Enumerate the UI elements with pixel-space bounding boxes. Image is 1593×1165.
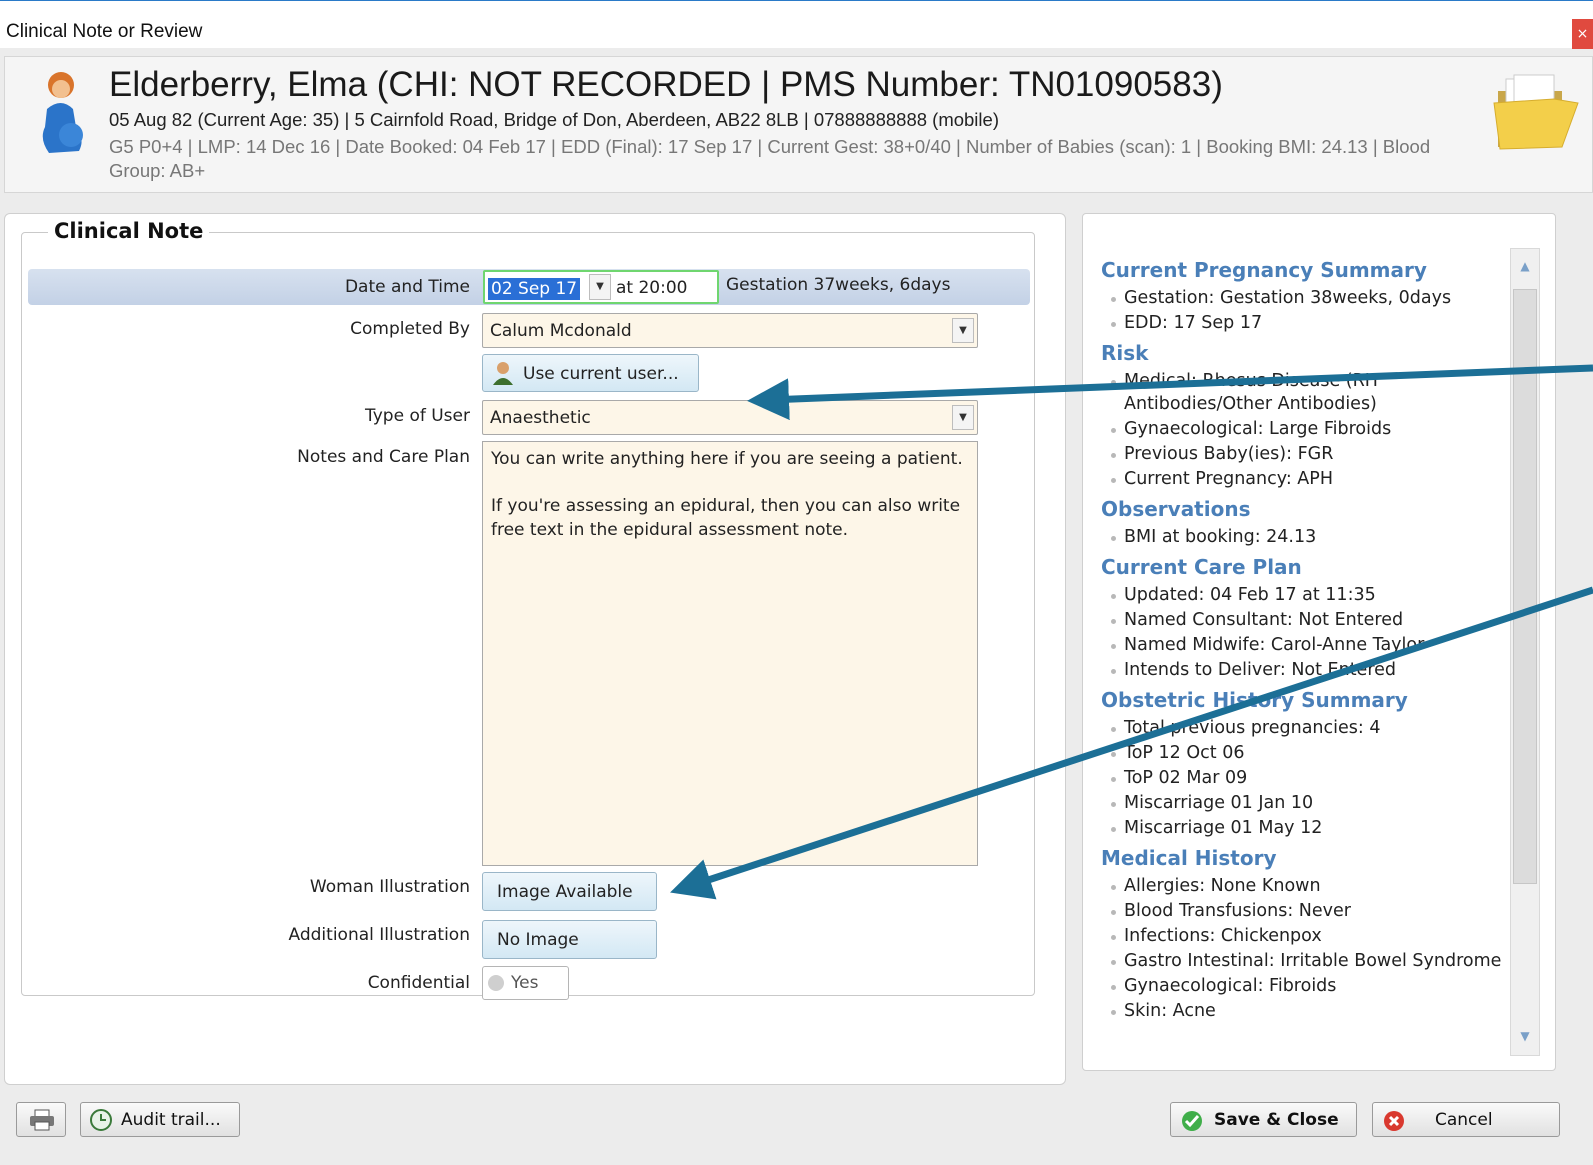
summary-section-heading: Risk: [1101, 341, 1149, 365]
summary-item: Current Pregnancy: APH: [1101, 468, 1511, 491]
patient-demographics: 05 Aug 82 (Current Age: 35) | 5 Cairnfol…: [109, 109, 999, 130]
summary-item: Skin: Acne: [1101, 1000, 1511, 1023]
save-close-label: Save & Close: [1214, 1110, 1339, 1130]
scroll-up-icon[interactable]: ▲: [1517, 259, 1533, 275]
confidential-toggle[interactable]: Yes: [482, 966, 569, 1000]
summary-item: Previous Baby(ies): FGR: [1101, 443, 1511, 466]
summary-item: Miscarriage 01 May 12: [1101, 817, 1511, 840]
save-close-button[interactable]: Save & Close: [1170, 1102, 1357, 1137]
notes-textarea[interactable]: You can write anything here if you are s…: [482, 441, 978, 866]
summary-section-heading: Observations: [1101, 497, 1251, 521]
summary-item: Intends to Deliver: Not Entered: [1101, 659, 1511, 682]
date-dropdown-icon[interactable]: ▼: [589, 274, 611, 300]
woman-illustration-button-label: Image Available: [497, 882, 633, 902]
summary-item: Gynaecological: Fibroids: [1101, 975, 1511, 998]
type-of-user-label: Type of User: [365, 406, 470, 426]
clinical-note-panel: Clinical Note Date and Time 02 Sep 17 ▼ …: [4, 213, 1066, 1085]
chevron-down-icon[interactable]: ▼: [952, 405, 974, 430]
window-title: Clinical Note or Review: [6, 21, 203, 42]
use-current-user-button[interactable]: Use current user...: [482, 354, 699, 392]
pregnancy-summary-line: G5 P0+4 | LMP: 14 Dec 16 | Date Booked: …: [109, 136, 1431, 181]
audit-trail-button[interactable]: Audit trail...: [80, 1102, 240, 1137]
printer-icon: [30, 1109, 54, 1131]
date-value[interactable]: 02 Sep 17: [488, 278, 581, 300]
date-time-label: Date and Time: [344, 277, 470, 297]
summary-item: Infections: Chickenpox: [1101, 925, 1511, 948]
summary-item: Named Consultant: Not Entered: [1101, 609, 1511, 632]
summary-item: Total previous pregnancies: 4: [1101, 717, 1511, 740]
summary-item: Blood Transfusions: Never: [1101, 900, 1511, 923]
completed-by-value: Calum Mcdonald: [490, 321, 632, 341]
summary-item: Gestation: Gestation 38weeks, 0days: [1101, 287, 1511, 310]
clinical-note-fieldset: Clinical Note Date and Time 02 Sep 17 ▼ …: [21, 219, 1035, 1000]
summary-item: ToP 12 Oct 06: [1101, 742, 1511, 765]
scrollbar-thumb[interactable]: [1513, 289, 1537, 884]
summary-panel: Current Pregnancy Summary Gestation: Gest…: [1082, 213, 1556, 1071]
summary-item: Allergies: None Known: [1101, 875, 1511, 898]
cancel-icon: [1384, 1111, 1404, 1131]
clinical-note-legend: Clinical Note: [48, 219, 210, 243]
summary-section-heading: Current Pregnancy Summary: [1101, 258, 1427, 282]
print-button[interactable]: [16, 1102, 66, 1137]
woman-illustration-button[interactable]: Image Available: [482, 872, 657, 911]
date-time-field[interactable]: 02 Sep 17 ▼ at 20:00: [483, 270, 719, 304]
patient-header: Elderberry, Elma (CHI: NOT RECORDED | PM…: [4, 56, 1593, 193]
completed-by-label: Completed By: [350, 319, 470, 339]
close-button[interactable]: ×: [1572, 19, 1593, 49]
summary-item: Named Midwife: Carol-Anne Taylor: [1101, 634, 1511, 657]
pregnant-woman-icon: [42, 72, 83, 153]
summary-item: EDD: 17 Sep 17: [1101, 312, 1511, 335]
audit-trail-label: Audit trail...: [121, 1110, 221, 1130]
audit-icon: [90, 1109, 112, 1131]
use-current-user-label: Use current user...: [523, 364, 679, 384]
patient-name: Elderberry, Elma (CHI: NOT RECORDED | PM…: [109, 65, 1223, 104]
summary-section-heading: Obstetric History Summary: [1101, 688, 1408, 712]
toggle-dot-icon: [488, 975, 504, 991]
user-icon: [493, 362, 513, 385]
summary-item: Gastro Intestinal: Irritable Bowel Syndr…: [1101, 950, 1511, 973]
cancel-label: Cancel: [1435, 1110, 1493, 1130]
cancel-button[interactable]: Cancel: [1372, 1102, 1560, 1137]
summary-item: ToP 02 Mar 09: [1101, 767, 1511, 790]
summary-item: Miscarriage 01 Jan 10: [1101, 792, 1511, 815]
summary-item: Medical: Rhesus Disease (RH Antibodies/O…: [1101, 370, 1511, 416]
summary-scrollbar[interactable]: ▲ ▼: [1510, 248, 1540, 1056]
additional-illustration-button[interactable]: No Image: [482, 920, 657, 959]
folder-icon[interactable]: [1492, 73, 1582, 151]
additional-illustration-label: Additional Illustration: [288, 925, 470, 945]
summary-item: Updated: 04 Feb 17 at 11:35: [1101, 584, 1511, 607]
summary-section-heading: Current Care Plan: [1101, 555, 1302, 579]
additional-illustration-button-label: No Image: [497, 930, 579, 950]
summary-content: Current Pregnancy Summary Gestation: Gest…: [1101, 252, 1511, 1060]
gestation-text: Gestation 37weeks, 6days: [726, 275, 951, 295]
summary-section-heading: Medical History: [1101, 846, 1277, 870]
scroll-down-icon[interactable]: ▼: [1517, 1029, 1533, 1045]
type-of-user-select[interactable]: Anaesthetic ▼: [482, 400, 978, 435]
woman-illustration-label: Woman Illustration: [309, 877, 470, 897]
chevron-down-icon[interactable]: ▼: [952, 318, 974, 343]
confidential-value: Yes: [511, 973, 539, 993]
checkmark-icon: [1182, 1111, 1202, 1131]
completed-by-select[interactable]: Calum Mcdonald ▼: [482, 313, 978, 348]
type-of-user-value: Anaesthetic: [490, 408, 591, 428]
notes-label: Notes and Care Plan: [297, 447, 470, 467]
window-titlebar: Clinical Note or Review ×: [0, 0, 1593, 49]
summary-item: BMI at booking: 24.13: [1101, 526, 1511, 549]
time-value[interactable]: at 20:00: [616, 278, 687, 298]
summary-item: Gynaecological: Large Fibroids: [1101, 418, 1511, 441]
confidential-label: Confidential: [367, 973, 470, 993]
